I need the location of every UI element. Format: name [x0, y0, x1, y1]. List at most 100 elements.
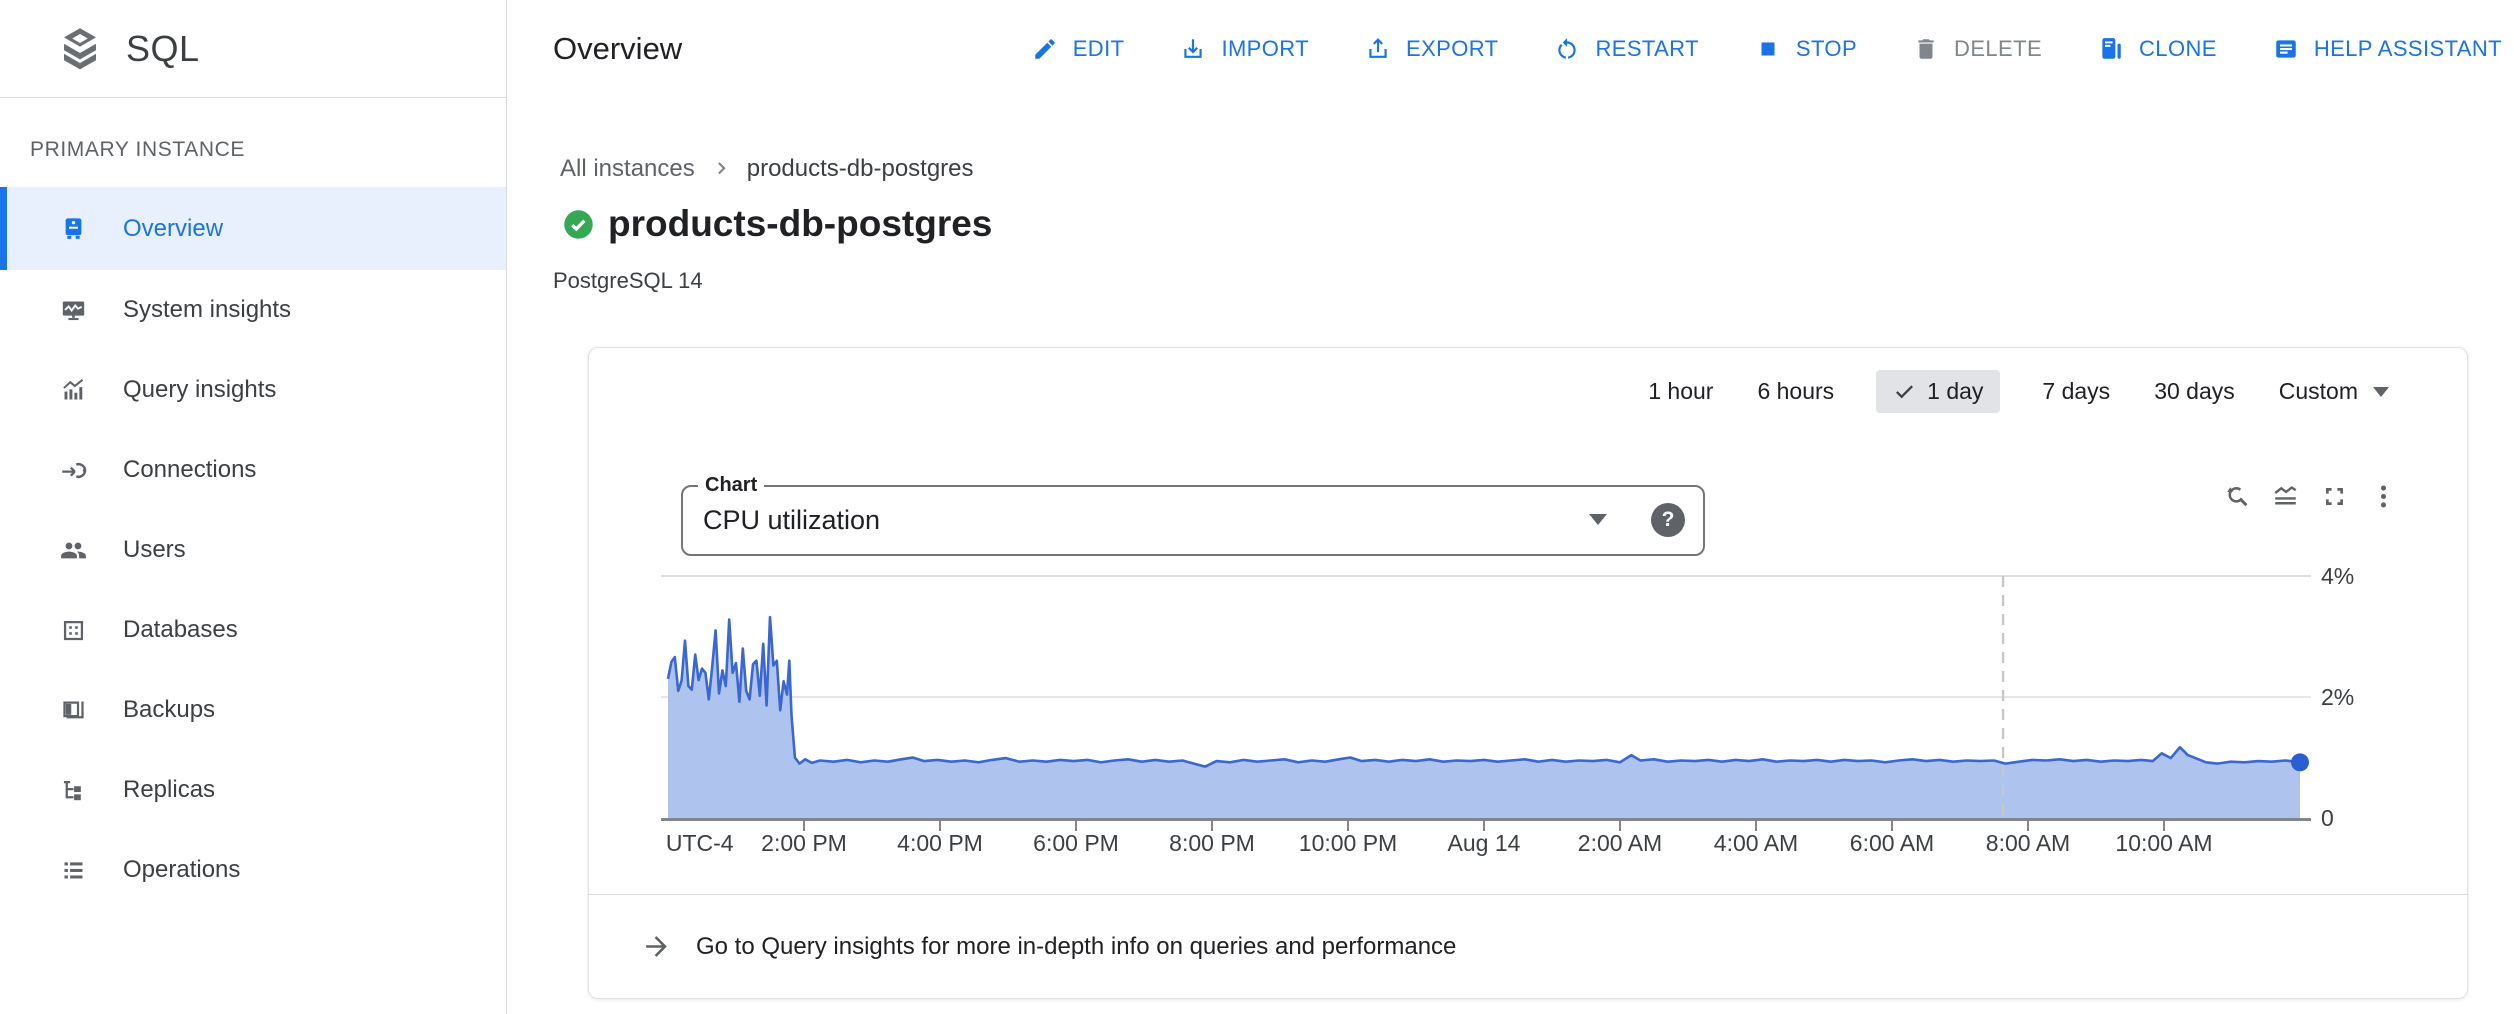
time-range-option-custom[interactable]: Custom	[2277, 370, 2391, 413]
sidebar-item-label: Users	[123, 536, 186, 564]
chart-metric-select[interactable]: Chart CPU utilization ?	[681, 485, 1705, 556]
chevron-right-icon	[709, 157, 733, 181]
action-import-button[interactable]: IMPORT	[1180, 36, 1309, 62]
breadcrumb-all-instances[interactable]: All instances	[560, 155, 695, 183]
time-range-option-1-hour[interactable]: 1 hour	[1646, 370, 1715, 413]
query-insights-link[interactable]: Go to Query insights for more in-depth i…	[589, 895, 2467, 998]
action-help-assistant-button[interactable]: HELP ASSISTANT	[2273, 36, 2502, 62]
export-icon	[1365, 36, 1391, 62]
action-label: STOP	[1796, 36, 1857, 62]
databases-icon	[60, 617, 87, 644]
sidebar-item-label: Query insights	[123, 376, 276, 404]
instance-engine: PostgreSQL 14	[553, 268, 703, 294]
connections-icon	[60, 457, 87, 484]
time-range-label: 6 hours	[1757, 378, 1834, 404]
chevron-down-icon	[2373, 387, 2389, 397]
sidebar-item-label: Backups	[123, 696, 215, 724]
time-range-selector: 1 hour 6 hours 1 day 7 days 30 days Custom	[1646, 370, 2391, 413]
product-name: SQL	[126, 28, 200, 70]
x-axis-label: 2:00 PM	[761, 830, 847, 857]
restart-icon	[1554, 36, 1580, 62]
y-axis-label: 4%	[2321, 563, 2354, 590]
y-axis-label: 2%	[2321, 684, 2354, 711]
breadcrumb-current: products-db-postgres	[747, 155, 974, 183]
x-axis-label: 10:00 PM	[1299, 830, 1397, 857]
fullscreen-icon[interactable]	[2320, 482, 2349, 511]
action-label: CLONE	[2139, 36, 2217, 62]
chart-select-label: Chart	[698, 474, 764, 497]
sidebar-item-replicas[interactable]: Replicas	[0, 750, 506, 830]
main-content: All instances products-db-postgres produ…	[507, 97, 2514, 1014]
status-healthy-icon	[563, 209, 594, 240]
action-export-button[interactable]: EXPORT	[1365, 36, 1498, 62]
x-axis-label: 8:00 PM	[1169, 830, 1255, 857]
sidebar-item-label: System insights	[123, 296, 291, 324]
trash-icon	[1913, 36, 1939, 62]
x-axis-label: 6:00 PM	[1033, 830, 1119, 857]
chart-selected-metric: CPU utilization	[703, 505, 880, 536]
action-clone-button[interactable]: CLONE	[2098, 36, 2217, 62]
sidebar-item-query-insights[interactable]: Query insights	[0, 350, 506, 430]
time-range-label: Custom	[2279, 378, 2358, 405]
product-logo-row[interactable]: SQL	[0, 0, 506, 98]
sidebar-item-connections[interactable]: Connections	[0, 430, 506, 510]
cloud-sql-logo-icon	[56, 25, 104, 73]
x-axis-label: 4:00 PM	[897, 830, 983, 857]
sidebar-item-label: Connections	[123, 456, 256, 484]
area-chart-icon[interactable]	[2271, 482, 2300, 511]
replicas-icon	[60, 777, 87, 804]
time-range-option-6-hours[interactable]: 6 hours	[1755, 370, 1836, 413]
time-range-label: 30 days	[2154, 378, 2235, 404]
action-delete-button[interactable]: DELETE	[1913, 36, 2042, 62]
cpu-area-fill	[668, 617, 2300, 818]
system-insights-icon	[60, 297, 87, 324]
arrow-right-icon	[641, 931, 672, 962]
time-range-label: 7 days	[2042, 378, 2110, 404]
check-icon	[1893, 380, 1916, 403]
clone-icon	[2098, 36, 2124, 62]
y-axis-label: 0	[2321, 805, 2334, 832]
query-insights-link-text: Go to Query insights for more in-depth i…	[696, 933, 1456, 961]
action-stop-button[interactable]: STOP	[1755, 36, 1857, 62]
kebab-icon[interactable]	[2369, 482, 2398, 511]
x-axis-label: 10:00 AM	[2115, 830, 2212, 857]
sidebar-item-databases[interactable]: Databases	[0, 590, 506, 670]
chart-toolbar	[2222, 482, 2398, 511]
sidebar-item-label: Operations	[123, 856, 240, 884]
action-restart-button[interactable]: RESTART	[1554, 36, 1698, 62]
time-range-option-30-days[interactable]: 30 days	[2152, 370, 2237, 413]
topbar-actions: EDIT IMPORT EXPORT RESTART STOP DELETE CLONE HE…	[1032, 36, 2502, 62]
action-label: EXPORT	[1406, 36, 1498, 62]
zoom-reset-icon[interactable]	[2222, 482, 2251, 511]
time-range-option-7-days[interactable]: 7 days	[2040, 370, 2112, 413]
chevron-down-icon	[1589, 514, 1607, 525]
instance-title-row: products-db-postgres	[563, 203, 992, 245]
sidebar-section-title: PRIMARY INSTANCE	[30, 138, 506, 162]
x-axis-label: 2:00 AM	[1578, 830, 1662, 857]
time-range-option-1-day[interactable]: 1 day	[1876, 370, 2000, 413]
monitoring-card: 1 hour 6 hours 1 day 7 days 30 days Custom Ch…	[588, 347, 2468, 999]
import-icon	[1180, 36, 1206, 62]
action-label: DELETE	[1954, 36, 2042, 62]
sidebar-item-system-insights[interactable]: System insights	[0, 270, 506, 350]
sidebar-item-label: Overview	[123, 215, 223, 243]
x-axis-label: 4:00 AM	[1714, 830, 1798, 857]
action-label: EDIT	[1073, 36, 1125, 62]
stop-icon	[1755, 36, 1781, 62]
sidebar-item-operations[interactable]: Operations	[0, 830, 506, 910]
help-icon[interactable]: ?	[1651, 503, 1685, 537]
sidebar-item-backups[interactable]: Backups	[0, 670, 506, 750]
instance-name: products-db-postgres	[608, 203, 992, 245]
action-edit-button[interactable]: EDIT	[1032, 36, 1125, 62]
action-label: RESTART	[1595, 36, 1698, 62]
topbar: Overview EDITIMPORTEXPORTRESTARTSTOPDELE…	[507, 0, 2514, 98]
sidebar-item-users[interactable]: Users	[0, 510, 506, 590]
query-insights-icon	[60, 377, 87, 404]
x-axis-label: 8:00 AM	[1986, 830, 2070, 857]
action-label: IMPORT	[1221, 36, 1309, 62]
sidebar-item-overview[interactable]: Overview	[0, 187, 506, 270]
x-axis-label: UTC-4	[666, 830, 734, 857]
latest-point-dot	[2291, 753, 2309, 771]
x-axis-label: 6:00 AM	[1850, 830, 1934, 857]
sidebar-nav: Overview System insights Query insights Con…	[0, 187, 506, 910]
